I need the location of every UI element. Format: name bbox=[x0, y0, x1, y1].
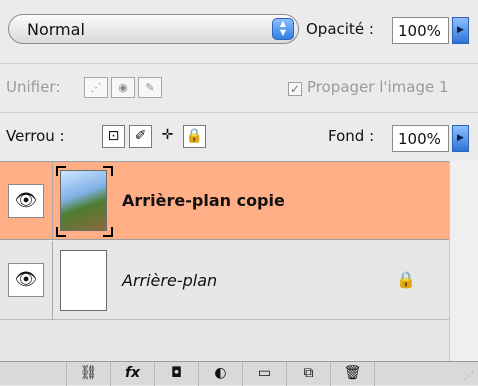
layer-row-background-copy[interactable]: 👁 Arrière-plan copie bbox=[0, 162, 449, 240]
fx-icon[interactable]: fx bbox=[110, 362, 154, 386]
link-icon[interactable]: ⛓ bbox=[66, 362, 110, 386]
eye-icon[interactable]: 👁 bbox=[8, 184, 44, 218]
trash-icon[interactable]: 🗑 bbox=[330, 362, 374, 386]
lock-transparent-pixels-icon[interactable]: ⊡ bbox=[102, 125, 125, 148]
selection-corner bbox=[56, 166, 66, 176]
layers-scrollbar[interactable] bbox=[449, 161, 478, 361]
blend-opacity-row: Normal ▲ ▼ Opacité : 100% ▶ bbox=[0, 0, 478, 62]
lock-all-icon[interactable]: 🔒 bbox=[183, 125, 206, 148]
eye-icon[interactable]: 👁 bbox=[8, 263, 44, 297]
selection-corner bbox=[103, 166, 113, 176]
divider bbox=[52, 162, 53, 240]
fill-label: Fond : bbox=[328, 127, 375, 145]
layer-thumbnail[interactable] bbox=[60, 170, 107, 231]
divider bbox=[52, 241, 53, 320]
layer-row-background[interactable]: 👁 Arrière-plan 🔒 bbox=[0, 241, 449, 320]
new-layer-icon[interactable]: ⧉ bbox=[286, 362, 330, 386]
unify-position-icon[interactable]: ⋰ bbox=[84, 77, 108, 98]
lock-position-icon[interactable]: ✛ bbox=[156, 125, 179, 148]
lock-fill-row: Verrou : ⊡ ✐ ✛ 🔒 Fond : 100% ▶ bbox=[0, 112, 478, 161]
unify-label: Unifier: bbox=[6, 78, 61, 96]
layers-bottom-bar: ⛓ fx ◘ ◐ ▭ ⧉ 🗑 ⋰ bbox=[0, 361, 478, 386]
unify-style-icon[interactable]: ✎ bbox=[138, 77, 162, 98]
layer-name[interactable]: Arrière-plan copie bbox=[122, 191, 285, 210]
lock-icon: 🔒 bbox=[396, 270, 416, 289]
blend-mode-select[interactable]: Normal ▲ ▼ bbox=[8, 14, 299, 44]
layer-name[interactable]: Arrière-plan bbox=[122, 271, 217, 290]
lock-image-pixels-icon[interactable]: ✐ bbox=[129, 125, 152, 148]
fill-field[interactable]: 100% bbox=[392, 125, 449, 152]
lock-label: Verrou : bbox=[6, 127, 65, 145]
select-arrows-icon: ▲ ▼ bbox=[272, 18, 294, 40]
propagate-label: Propager l'image 1 bbox=[307, 78, 449, 96]
layers-list: 👁 Arrière-plan copie 👁 Arrière-plan 🔒 bbox=[0, 161, 449, 362]
unify-row: Unifier: ⋰ ◉ ✎ ✓ Propager l'image 1 bbox=[0, 63, 478, 112]
fill-slider-arrow-icon[interactable]: ▶ bbox=[452, 125, 469, 152]
adjustment-icon[interactable]: ◐ bbox=[198, 362, 242, 386]
selection-corner bbox=[56, 227, 66, 237]
blend-mode-value: Normal bbox=[27, 20, 85, 39]
folder-icon[interactable]: ▭ bbox=[242, 362, 286, 386]
propagate-checkbox[interactable]: ✓ bbox=[288, 82, 302, 96]
selection-corner bbox=[103, 227, 113, 237]
mask-icon[interactable]: ◘ bbox=[154, 362, 198, 386]
resize-grip-icon[interactable]: ⋰ bbox=[464, 371, 474, 382]
opacity-slider-arrow-icon[interactable]: ▶ bbox=[452, 17, 469, 44]
empty-layer-area bbox=[0, 321, 449, 362]
opacity-field[interactable]: 100% bbox=[392, 17, 449, 44]
unify-visibility-icon[interactable]: ◉ bbox=[111, 77, 135, 98]
opacity-label: Opacité : bbox=[306, 20, 374, 38]
bar-separator bbox=[374, 362, 414, 386]
layer-thumbnail[interactable] bbox=[60, 250, 107, 311]
